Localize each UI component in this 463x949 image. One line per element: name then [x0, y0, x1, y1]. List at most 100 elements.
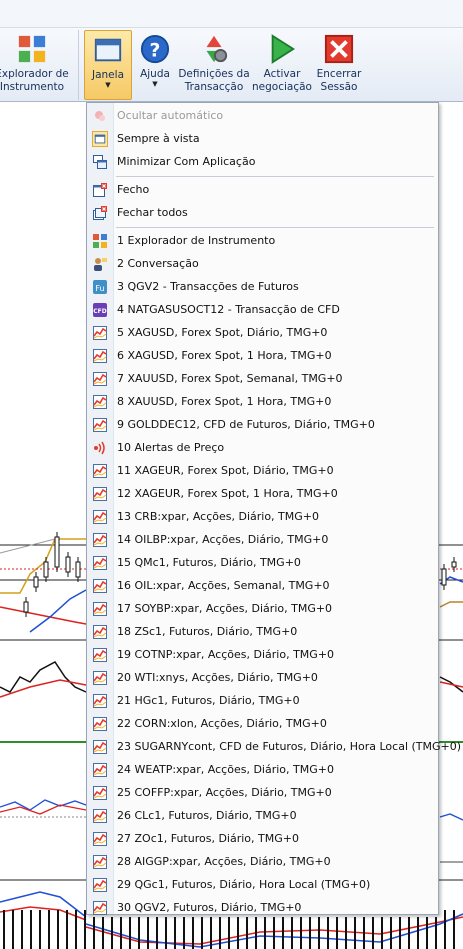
- ajuda-ribbon-button[interactable]: ? Ajuda ▼: [134, 30, 176, 100]
- play-icon: [267, 34, 297, 64]
- moving-average-line: [439, 601, 463, 608]
- menu-item[interactable]: Sempre à vista: [88, 128, 437, 151]
- chart-icon: [92, 417, 108, 433]
- menu-item[interactable]: 23 SUGARNYcont, CFD de Futuros, Diário, …: [88, 736, 461, 759]
- menu-item[interactable]: 22 CORN:xlon, Acções, Diário, TMG+0: [88, 713, 437, 736]
- menu-item-label: 20 WTI:xnys, Acções, Diário, TMG+0: [117, 671, 318, 684]
- candle-body: [23, 601, 29, 613]
- help-icon: ?: [140, 34, 170, 64]
- menu-item[interactable]: 28 AIGGP:xpar, Acções, Diário, TMG+0: [88, 851, 437, 874]
- menu-item[interactable]: Fecho: [88, 179, 437, 202]
- menu-item[interactable]: Minimizar Com Aplicação: [88, 151, 437, 174]
- menu-item[interactable]: 17 SOYBP:xpar, Acções, Diário, TMG+0: [88, 598, 437, 621]
- menu-item[interactable]: 27 ZOc1, Futuros, Diário, TMG+0: [88, 828, 437, 851]
- menu-item-label: Fechar todos: [117, 206, 188, 219]
- chevron-down-icon: ▼: [152, 80, 158, 88]
- svg-text:?: ?: [150, 41, 161, 62]
- menu-item-label: 23 SUGARNYcont, CFD de Futuros, Diário, …: [117, 740, 462, 753]
- ribbon-separator: [78, 30, 79, 100]
- menu-item[interactable]: 19 COTNP:xpar, Acções, Diário, TMG+0: [88, 644, 437, 667]
- menu-item-label: 12 XAGEUR, Forex Spot, 1 Hora, TMG+0: [117, 487, 338, 500]
- defs-ribbon-button[interactable]: Definições da Transacção: [178, 30, 250, 100]
- menu-item-label: Minimizar Com Aplicação: [117, 155, 256, 168]
- menu-item[interactable]: 1 Explorador de Instrumento: [88, 230, 437, 253]
- chart-icon: [92, 670, 108, 686]
- menu-item-label: 11 XAGEUR, Forex Spot, Diário, TMG+0: [117, 464, 334, 477]
- menu-item-label: 4 NATGASUSOCT12 - Transacção de CFD: [117, 303, 340, 316]
- menu-item-label: 2 Conversação: [117, 257, 199, 270]
- menu-item[interactable]: 2 Conversação: [88, 253, 437, 276]
- menu-separator: [116, 227, 434, 228]
- janela-ribbon-button[interactable]: Janela ▼: [84, 30, 132, 100]
- menu-item-label: Ocultar automático: [117, 109, 224, 122]
- chart-icon: [92, 394, 108, 410]
- menu-item-label: 14 OILBP:xpar, Acções, Diário, TMG+0: [117, 533, 329, 546]
- candle-body: [43, 561, 49, 578]
- menu-item-label: 30 QGV2, Futuros, Diário, TMG+0: [117, 901, 302, 914]
- menu-item[interactable]: 8 XAUUSD, Forex Spot, 1 Hora, TMG+0: [88, 391, 437, 414]
- svg-text:Fu: Fu: [95, 284, 104, 293]
- menu-item-label: 29 QGc1, Futuros, Diário, Hora Local (TM…: [117, 878, 371, 891]
- menu-item-label: 5 XAGUSD, Forex Spot, Diário, TMG+0: [117, 326, 328, 339]
- chart-icon: [92, 716, 108, 732]
- activar-ribbon-button[interactable]: Activar negociação: [252, 30, 312, 100]
- stochastic-line: [0, 804, 87, 815]
- menu-item[interactable]: 20 WTI:xnys, Acções, Diário, TMG+0: [88, 667, 437, 690]
- menu-item[interactable]: 14 OILBP:xpar, Acções, Diário, TMG+0: [88, 529, 437, 552]
- chart-icon: [92, 486, 108, 502]
- menu-item[interactable]: Fu 3 QGV2 - Transacções de Futuros: [88, 276, 437, 299]
- chart-icon: [92, 900, 108, 916]
- chart-icon: [92, 624, 108, 640]
- menu-item-label: 9 GOLDDEC12, CFD de Futuros, Diário, TMG…: [117, 418, 375, 431]
- menu-item[interactable]: 7 XAUUSD, Forex Spot, Semanal, TMG+0: [88, 368, 437, 391]
- menu-item[interactable]: 21 HGc1, Futuros, Diário, TMG+0: [88, 690, 437, 713]
- pin-icon: [92, 108, 108, 124]
- menu-item[interactable]: 30 QGV2, Futuros, Diário, TMG+0: [88, 897, 437, 920]
- menu-item[interactable]: 11 XAGEUR, Forex Spot, Diário, TMG+0: [88, 460, 437, 483]
- menu-item[interactable]: 9 GOLDDEC12, CFD de Futuros, Diário, TMG…: [88, 414, 437, 437]
- ribbon-button-label: Definições da Transacção: [178, 68, 250, 93]
- chart-icon: [92, 808, 108, 824]
- menu-item[interactable]: CFD 4 NATGASUSOCT12 - Transacção de CFD: [88, 299, 437, 322]
- menu-item-label: 13 CRB:xpar, Acções, Diário, TMG+0: [117, 510, 319, 523]
- chart-icon: [92, 854, 108, 870]
- menu-item[interactable]: 10 Alertas de Preço: [88, 437, 437, 460]
- chart-icon: [92, 509, 108, 525]
- candle-body: [75, 561, 81, 578]
- candle-body: [65, 556, 71, 573]
- window-frame-icon: [92, 131, 108, 147]
- menu-item[interactable]: 6 XAGUSD, Forex Spot, 1 Hora, TMG+0: [88, 345, 437, 368]
- explorer-ribbon-button[interactable]: Explorador de Instrumento: [0, 30, 70, 100]
- menu-item-label: 17 SOYBP:xpar, Acções, Diário, TMG+0: [117, 602, 333, 615]
- menu-item[interactable]: Fechar todos: [88, 202, 437, 225]
- candle-body: [441, 568, 447, 586]
- menu-item[interactable]: 24 WEATP:xpar, Acções, Diário, TMG+0: [88, 759, 437, 782]
- svg-text:CFD: CFD: [93, 308, 107, 315]
- menu-item[interactable]: 29 QGc1, Futuros, Diário, Hora Local (TM…: [88, 874, 437, 897]
- chart-icon: [92, 762, 108, 778]
- oscillator-line: [0, 661, 87, 693]
- candle-body: [451, 561, 457, 568]
- close-all-windows-icon: [92, 205, 108, 221]
- stochastic-line: [439, 813, 463, 821]
- menu-item[interactable]: 15 QMc1, Futuros, Diário, TMG+0: [88, 552, 437, 575]
- chart-icon: [92, 647, 108, 663]
- menu-item[interactable]: 25 COFFP:xpar, Acções, Diário, TMG+0: [88, 782, 437, 805]
- settings-gear-icon: [199, 34, 229, 64]
- close-icon: [324, 34, 354, 64]
- menu-item-label: Fecho: [117, 183, 150, 196]
- chart-icon: [92, 578, 108, 594]
- chart-icon: [92, 532, 108, 548]
- menu-item[interactable]: 16 OIL:xpar, Acções, Semanal, TMG+0: [88, 575, 437, 598]
- menu-item[interactable]: 5 XAGUSD, Forex Spot, Diário, TMG+0: [88, 322, 437, 345]
- menu-item[interactable]: 13 CRB:xpar, Acções, Diário, TMG+0: [88, 506, 437, 529]
- window-icon: [93, 35, 123, 65]
- chat-user-icon: [92, 256, 108, 272]
- chart-icon: [92, 555, 108, 571]
- encerrar-ribbon-button[interactable]: Encerrar Sessão: [314, 30, 364, 100]
- menu-item[interactable]: 12 XAGEUR, Forex Spot, 1 Hora, TMG+0: [88, 483, 437, 506]
- menu-item[interactable]: 18 ZSc1, Futuros, Diário, TMG+0: [88, 621, 437, 644]
- menu-item[interactable]: 26 CLc1, Futuros, Diário, TMG+0: [88, 805, 437, 828]
- chart-icon: [92, 693, 108, 709]
- trading-app-window: Explorador de Instrumento Janela ▼? Ajuda ▼ D…: [0, 0, 463, 949]
